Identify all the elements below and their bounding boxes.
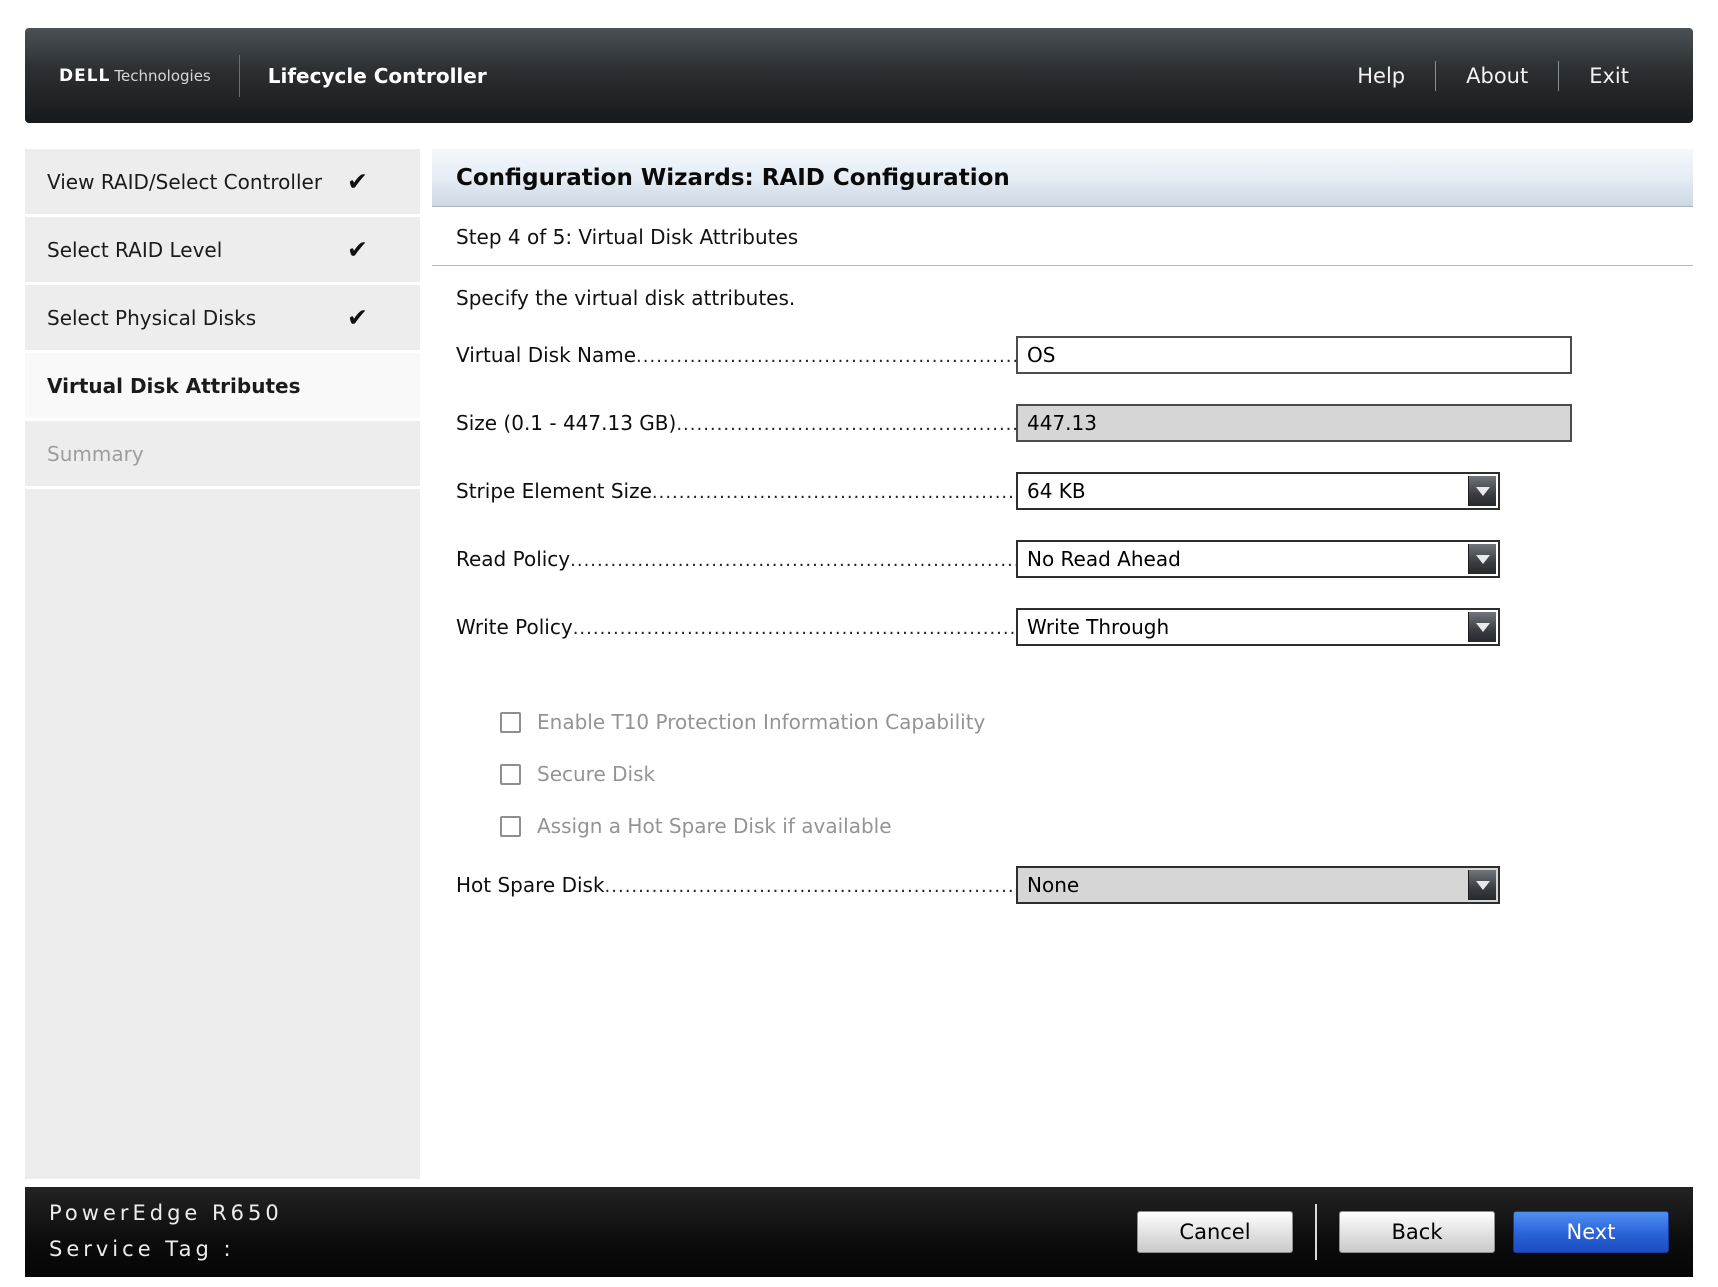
option-checkboxes: Enable T10 Protection Information Capabi…	[456, 710, 1669, 838]
system-info: PowerEdge R650 Service Tag :	[49, 1196, 283, 1267]
sidebar-item-label: Select Physical Disks	[47, 306, 256, 330]
instruction-text: Specify the virtual disk attributes.	[432, 266, 1693, 314]
back-button[interactable]: Back	[1339, 1211, 1495, 1253]
hot-spare-disk-row: Hot Spare Disk None	[456, 866, 1669, 904]
content-panel: Configuration Wizards: RAID Configuratio…	[432, 149, 1693, 1179]
write-policy-row: Write Policy Write Through	[456, 608, 1669, 646]
dotted-leader	[570, 550, 1016, 571]
dell-technologies-logo: DELL Technologies	[59, 66, 211, 86]
dotted-leader	[636, 346, 1016, 367]
service-tag: Service Tag :	[49, 1232, 283, 1268]
assign-hot-spare-checkbox[interactable]	[500, 816, 521, 837]
sidebar-item-label: View RAID/Select Controller	[47, 170, 322, 194]
checkmark-icon: ✔	[347, 235, 368, 264]
dropdown-arrow-icon	[1468, 870, 1496, 900]
secure-disk-label: Secure Disk	[537, 762, 655, 786]
stripe-element-size-label: Stripe Element Size	[456, 479, 652, 503]
main-area: View RAID/Select Controller ✔ Select RAI…	[25, 149, 1693, 1179]
secure-disk-checkbox[interactable]	[500, 764, 521, 785]
dotted-leader	[676, 414, 1016, 435]
hot-spare-disk-dropdown: None	[1016, 866, 1500, 904]
dropdown-arrow-icon[interactable]	[1468, 476, 1496, 506]
secure-disk-row[interactable]: Secure Disk	[500, 762, 1669, 786]
sidebar-filler	[25, 489, 420, 1179]
read-policy-value: No Read Ahead	[1027, 547, 1181, 571]
cancel-button[interactable]: Cancel	[1137, 1211, 1293, 1253]
read-policy-dropdown[interactable]: No Read Ahead	[1016, 540, 1500, 578]
write-policy-label: Write Policy	[456, 615, 573, 639]
topbar-links: Help About Exit	[1327, 61, 1659, 91]
assign-hot-spare-row[interactable]: Assign a Hot Spare Disk if available	[500, 814, 1669, 838]
top-bar: DELL Technologies Lifecycle Controller H…	[25, 28, 1693, 123]
read-policy-label: Read Policy	[456, 547, 570, 571]
wizard-navigation-buttons: Cancel Back Next	[1137, 1204, 1669, 1260]
virtual-disk-attributes-form: Virtual Disk Name Size (0.1 - 447.13 GB)…	[432, 314, 1693, 904]
enable-t10-protection-checkbox[interactable]	[500, 712, 521, 733]
dell-logo-text: DELL	[59, 66, 110, 86]
checkmark-icon: ✔	[347, 167, 368, 196]
page-title: Configuration Wizards: RAID Configuratio…	[456, 165, 1010, 191]
size-input	[1016, 404, 1572, 442]
write-policy-value: Write Through	[1027, 615, 1169, 639]
dotted-leader	[573, 618, 1016, 639]
size-row: Size (0.1 - 447.13 GB)	[456, 404, 1669, 442]
wizard-steps-sidebar: View RAID/Select Controller ✔ Select RAI…	[25, 149, 420, 1179]
virtual-disk-name-label: Virtual Disk Name	[456, 343, 636, 367]
system-model: PowerEdge R650	[49, 1196, 283, 1232]
dell-logo-subtext: Technologies	[114, 67, 210, 85]
next-button[interactable]: Next	[1513, 1211, 1669, 1253]
sidebar-item-label: Virtual Disk Attributes	[47, 374, 301, 398]
sidebar-item-summary: Summary	[25, 421, 420, 489]
sidebar-item-virtual-disk-attributes[interactable]: Virtual Disk Attributes	[25, 353, 420, 421]
app-title: Lifecycle Controller	[268, 64, 487, 88]
dotted-leader	[652, 482, 1016, 503]
step-indicator: Step 4 of 5: Virtual Disk Attributes	[432, 207, 1693, 266]
enable-t10-protection-label: Enable T10 Protection Information Capabi…	[537, 710, 985, 734]
about-link[interactable]: About	[1436, 64, 1558, 88]
sidebar-item-label: Summary	[47, 442, 144, 466]
virtual-disk-name-input[interactable]	[1016, 336, 1572, 374]
dotted-leader	[605, 876, 1016, 897]
stripe-element-size-dropdown[interactable]: 64 KB	[1016, 472, 1500, 510]
exit-link[interactable]: Exit	[1559, 64, 1659, 88]
stripe-element-size-row: Stripe Element Size 64 KB	[456, 472, 1669, 510]
read-policy-row: Read Policy No Read Ahead	[456, 540, 1669, 578]
dropdown-arrow-icon[interactable]	[1468, 544, 1496, 574]
size-label: Size (0.1 - 447.13 GB)	[456, 411, 676, 435]
stripe-element-size-value: 64 KB	[1027, 479, 1086, 503]
hot-spare-disk-value: None	[1027, 873, 1079, 897]
write-policy-dropdown[interactable]: Write Through	[1016, 608, 1500, 646]
sidebar-item-label: Select RAID Level	[47, 238, 222, 262]
topbar-divider	[239, 55, 240, 97]
content-header: Configuration Wizards: RAID Configuratio…	[432, 149, 1693, 207]
footer-button-divider	[1315, 1204, 1317, 1260]
dropdown-arrow-icon[interactable]	[1468, 612, 1496, 642]
app-window: DELL Technologies Lifecycle Controller H…	[0, 0, 1718, 1287]
virtual-disk-name-row: Virtual Disk Name	[456, 336, 1669, 374]
assign-hot-spare-label: Assign a Hot Spare Disk if available	[537, 814, 892, 838]
bottom-bar: PowerEdge R650 Service Tag : Cancel Back…	[25, 1187, 1693, 1277]
enable-t10-protection-row[interactable]: Enable T10 Protection Information Capabi…	[500, 710, 1669, 734]
hot-spare-disk-label: Hot Spare Disk	[456, 873, 605, 897]
help-link[interactable]: Help	[1327, 64, 1435, 88]
checkmark-icon: ✔	[347, 303, 368, 332]
sidebar-item-view-raid-select-controller[interactable]: View RAID/Select Controller ✔	[25, 149, 420, 217]
sidebar-item-select-physical-disks[interactable]: Select Physical Disks ✔	[25, 285, 420, 353]
sidebar-item-select-raid-level[interactable]: Select RAID Level ✔	[25, 217, 420, 285]
